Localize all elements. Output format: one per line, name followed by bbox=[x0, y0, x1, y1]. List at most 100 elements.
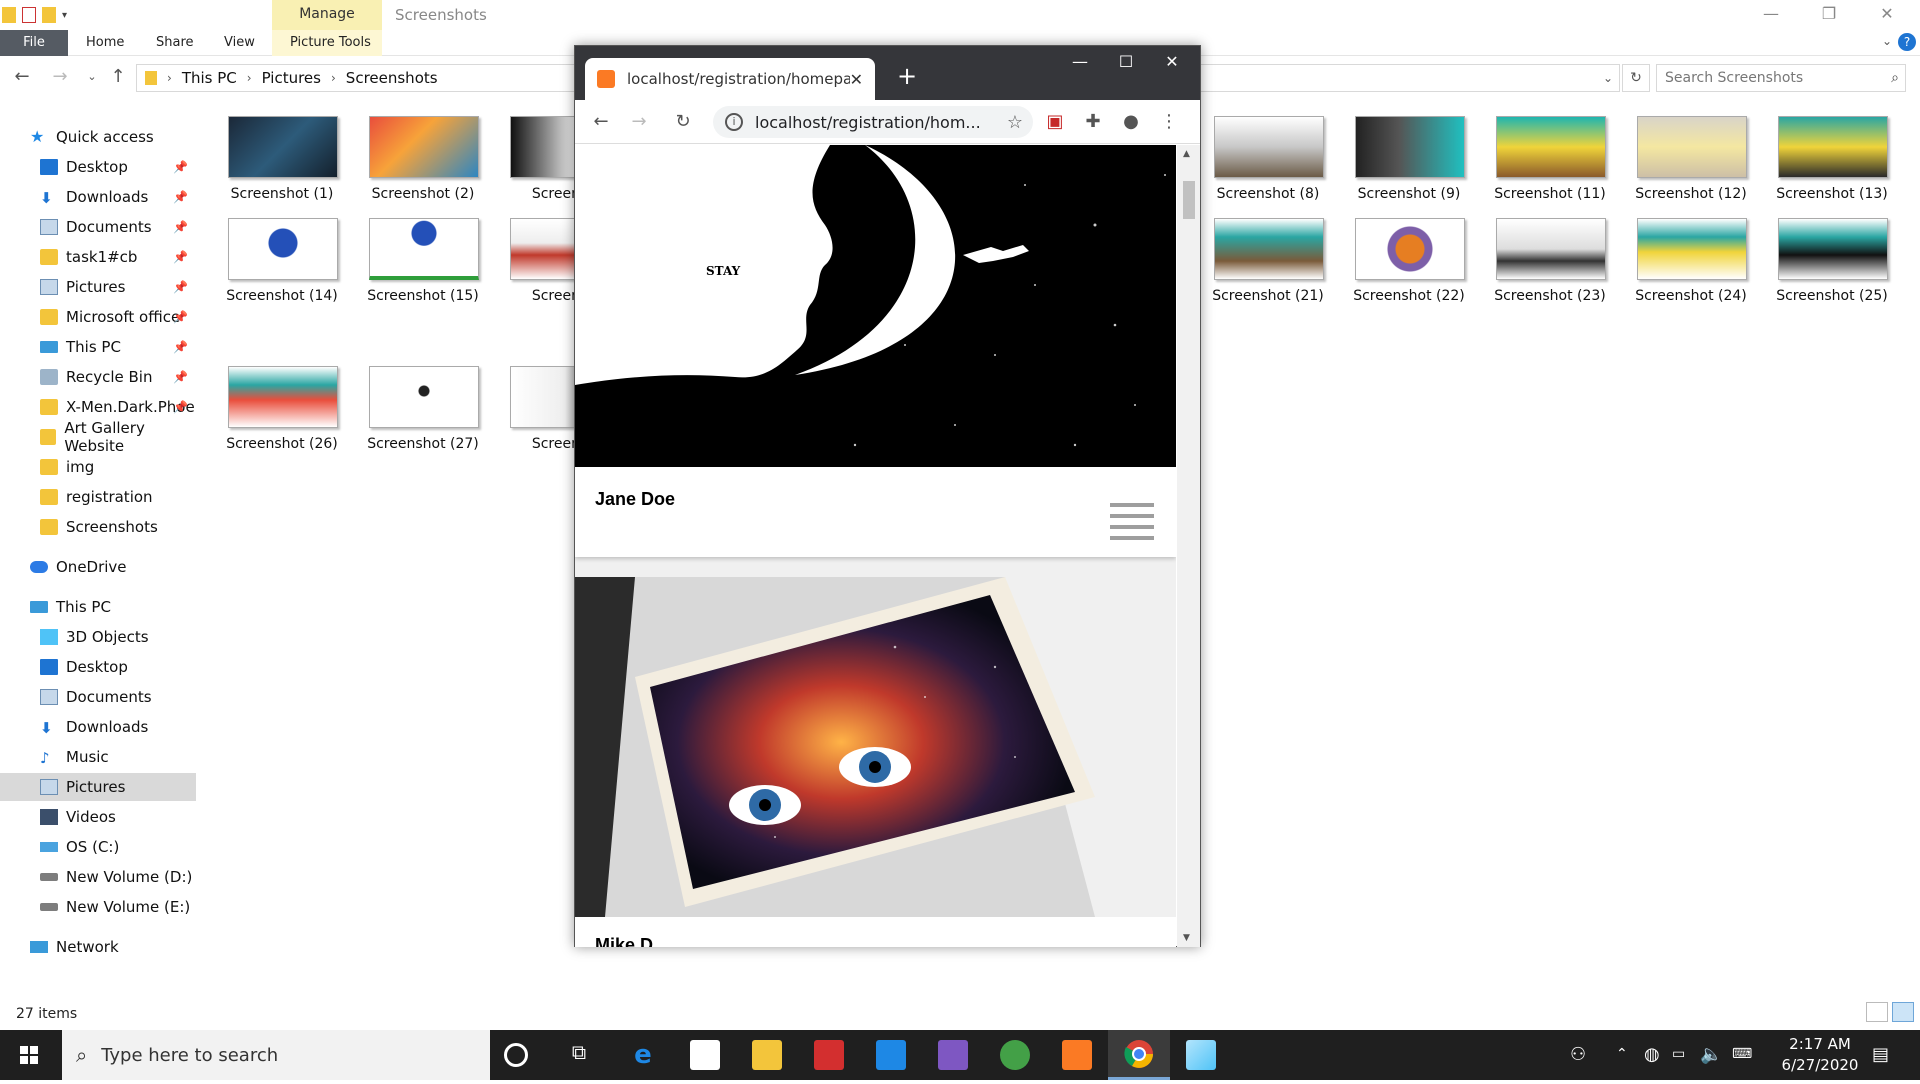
search-input[interactable]: Search Screenshots ⌕ bbox=[1656, 64, 1906, 92]
nav-this-pc[interactable]: This PC bbox=[30, 593, 196, 621]
menu-kebab-icon[interactable]: ⋮ bbox=[1157, 110, 1181, 134]
store-icon[interactable] bbox=[690, 1040, 720, 1070]
nav-xmen[interactable]: X-Men.Dark.Phoe 📌 bbox=[40, 393, 196, 421]
nav-3d-objects[interactable]: 3D Objects bbox=[40, 623, 196, 651]
file-thumbnail[interactable]: Screenshot (24) bbox=[1621, 218, 1761, 314]
hamburger-menu-icon[interactable] bbox=[1110, 503, 1154, 547]
start-button[interactable] bbox=[0, 1030, 58, 1080]
nav-videos[interactable]: Videos bbox=[40, 803, 196, 831]
file-thumbnail[interactable]: Screenshot (11) bbox=[1480, 116, 1620, 212]
breadcrumb-screenshots[interactable]: Screenshots bbox=[346, 69, 438, 87]
artwork-image-galaxy-eyes[interactable] bbox=[575, 577, 1176, 917]
utorrent-icon[interactable] bbox=[1000, 1040, 1030, 1070]
nav-registration[interactable]: registration bbox=[40, 483, 196, 511]
task-view-icon[interactable]: ⧉ bbox=[564, 1040, 594, 1070]
help-icon[interactable]: ? bbox=[1898, 33, 1916, 51]
extensions-puzzle-icon[interactable]: ✚ bbox=[1081, 110, 1105, 134]
nav-volume-e[interactable]: New Volume (E:) bbox=[40, 893, 196, 921]
file-thumbnail[interactable]: Screenshot (1) bbox=[212, 116, 352, 212]
reload-icon[interactable]: ↻ bbox=[671, 110, 695, 134]
gift-icon[interactable] bbox=[814, 1040, 844, 1070]
nav-music[interactable]: ♪ Music bbox=[40, 743, 196, 771]
close-button[interactable]: ✕ bbox=[1858, 0, 1916, 30]
nav-documents[interactable]: Documents 📌 bbox=[40, 213, 196, 241]
nav-downloads[interactable]: ⬇ Downloads 📌 bbox=[40, 183, 196, 211]
nav-microsoft-office[interactable]: Microsoft office 📌 bbox=[40, 303, 196, 331]
nav-task1cb[interactable]: task1#cb 📌 bbox=[40, 243, 196, 271]
file-thumbnail[interactable]: Screenshot (26) bbox=[212, 366, 352, 462]
edge-icon[interactable]: e bbox=[628, 1040, 658, 1070]
extension-icon[interactable]: ▣ bbox=[1043, 110, 1067, 134]
bookmark-star-icon[interactable]: ☆ bbox=[1007, 112, 1023, 133]
scroll-thumb[interactable] bbox=[1183, 181, 1195, 219]
page-scrollbar[interactable]: ▲ ▼ bbox=[1177, 145, 1200, 947]
scroll-up-arrow-icon[interactable]: ▲ bbox=[1183, 149, 1190, 159]
restore-button[interactable]: ❐ bbox=[1800, 0, 1858, 30]
nav-onedrive[interactable]: OneDrive bbox=[30, 553, 196, 581]
keyboard-icon[interactable]: ⌨ bbox=[1732, 1046, 1752, 1062]
nav-network[interactable]: Network bbox=[30, 933, 196, 961]
file-thumbnail[interactable]: Screenshot (12) bbox=[1621, 116, 1761, 212]
volume-icon[interactable]: 🔈 bbox=[1700, 1044, 1722, 1065]
nav-volume-d[interactable]: New Volume (D:) bbox=[40, 863, 196, 891]
artwork-image-stay[interactable]: STAY bbox=[575, 145, 1176, 467]
up-arrow-icon[interactable]: ↑ bbox=[106, 66, 130, 90]
mail-icon[interactable] bbox=[876, 1040, 906, 1070]
nav-pictures-pc[interactable]: Pictures bbox=[0, 773, 196, 801]
folder-icon[interactable] bbox=[2, 7, 16, 23]
large-icons-view-icon[interactable] bbox=[1892, 1002, 1914, 1022]
new-tab-button[interactable]: + bbox=[897, 62, 917, 90]
chrome-minimize-button[interactable]: — bbox=[1057, 52, 1103, 71]
file-thumbnail[interactable]: Screenshot (9) bbox=[1339, 116, 1479, 212]
action-center-icon[interactable]: ▤ bbox=[1872, 1044, 1889, 1065]
nav-screenshots[interactable]: Screenshots bbox=[40, 513, 196, 541]
scroll-down-arrow-icon[interactable]: ▼ bbox=[1183, 933, 1190, 943]
forward-arrow-icon[interactable]: → bbox=[627, 110, 651, 134]
customize-qat-icon[interactable]: ▾ bbox=[62, 10, 67, 21]
photos-icon[interactable] bbox=[1186, 1040, 1216, 1070]
omnibox[interactable]: i localhost/registration/hom... ☆ bbox=[713, 106, 1033, 138]
visual-studio-icon[interactable] bbox=[938, 1040, 968, 1070]
taskbar-search-box[interactable]: ⌕ Type here to search bbox=[62, 1030, 490, 1080]
tab-picture-tools[interactable]: Picture Tools bbox=[278, 30, 383, 56]
new-folder-icon[interactable] bbox=[42, 7, 56, 23]
file-thumbnail[interactable]: Screenshot (13) bbox=[1762, 116, 1902, 212]
profile-avatar-icon[interactable]: ● bbox=[1119, 110, 1143, 134]
file-thumbnail[interactable]: Screenshot (14) bbox=[212, 218, 352, 314]
close-tab-icon[interactable]: ✕ bbox=[850, 70, 863, 89]
file-explorer-icon[interactable] bbox=[752, 1040, 782, 1070]
file-thumbnail[interactable]: Screenshot (2) bbox=[353, 116, 493, 212]
people-icon[interactable]: ⚇ bbox=[1570, 1044, 1586, 1065]
file-thumbnail[interactable]: Screenshot (8) bbox=[1198, 116, 1338, 212]
nav-documents-pc[interactable]: Documents bbox=[40, 683, 196, 711]
breadcrumb-this-pc[interactable]: This PC bbox=[182, 69, 237, 87]
file-thumbnail[interactable]: Screenshot (23) bbox=[1480, 218, 1620, 314]
nav-downloads-pc[interactable]: ⬇ Downloads bbox=[40, 713, 196, 741]
nav-quick-access[interactable]: ★ Quick access bbox=[30, 123, 226, 151]
battery-icon[interactable]: ▭ bbox=[1672, 1046, 1685, 1062]
nav-pictures-quick[interactable]: Pictures 📌 bbox=[40, 273, 196, 301]
xampp-icon[interactable] bbox=[1062, 1040, 1092, 1070]
nav-art-gallery[interactable]: Art Gallery Website bbox=[40, 419, 196, 455]
file-thumbnail[interactable]: Screenshot (27) bbox=[353, 366, 493, 462]
network-globe-icon[interactable]: ◍ bbox=[1644, 1044, 1660, 1065]
nav-os-c[interactable]: OS (C:) bbox=[40, 833, 196, 861]
nav-this-pc-quick[interactable]: This PC 📌 bbox=[40, 333, 196, 361]
tab-file[interactable]: File bbox=[0, 30, 68, 56]
details-view-icon[interactable] bbox=[1866, 1002, 1888, 1022]
manage-tab[interactable]: Manage bbox=[272, 0, 382, 30]
file-thumbnail[interactable]: Screenshot (21) bbox=[1198, 218, 1338, 314]
file-thumbnail[interactable]: Screenshot (22) bbox=[1339, 218, 1479, 314]
properties-icon[interactable] bbox=[22, 7, 36, 23]
chrome-taskbar-item[interactable] bbox=[1108, 1030, 1170, 1080]
expand-ribbon-icon[interactable]: ⌄ bbox=[1882, 34, 1892, 48]
file-thumbnail[interactable]: Screenshot (15) bbox=[353, 218, 493, 314]
nav-desktop-pc[interactable]: Desktop bbox=[40, 653, 196, 681]
file-thumbnail[interactable]: Screenshot (25) bbox=[1762, 218, 1902, 314]
address-dropdown-icon[interactable]: ⌄ bbox=[1603, 71, 1613, 85]
minimize-button[interactable]: — bbox=[1742, 0, 1800, 30]
breadcrumb-pictures[interactable]: Pictures bbox=[262, 69, 321, 87]
nav-img[interactable]: img bbox=[40, 453, 196, 481]
nav-recycle-bin[interactable]: Recycle Bin 📌 bbox=[40, 363, 196, 391]
system-clock[interactable]: 2:17 AM 6/27/2020 bbox=[1760, 1034, 1880, 1076]
